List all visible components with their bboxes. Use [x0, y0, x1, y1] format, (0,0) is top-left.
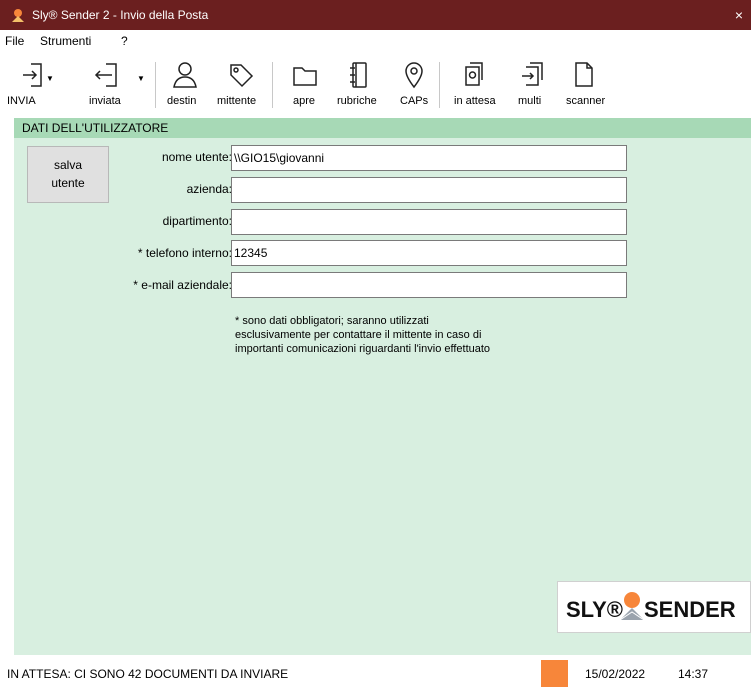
in-attesa-label: in attesa: [454, 95, 496, 107]
folder-icon: [293, 67, 317, 86]
section-header: DATI DELL'UTILIZZATORE: [14, 118, 751, 138]
status-message: IN ATTESA: CI SONO 42 DOCUMENTI DA INVIA…: [7, 667, 289, 681]
company-field[interactable]: [231, 177, 627, 203]
user-data-panel: salva utente nome utente: azienda: dipar…: [14, 138, 751, 655]
menu-strumenti[interactable]: Strumenti: [40, 34, 91, 48]
save-user-button[interactable]: salva utente: [27, 146, 109, 203]
rubriche-label: rubriche: [337, 95, 377, 107]
destin-label: destin: [167, 95, 197, 107]
email-field[interactable]: [231, 272, 627, 298]
multi-button[interactable]: multi: [508, 52, 554, 118]
user-icon: [173, 62, 197, 88]
toolbar-divider: [439, 62, 440, 108]
chevron-down-icon[interactable]: ▼: [137, 74, 145, 83]
in-attesa-button[interactable]: in attesa: [444, 52, 504, 118]
save-label-line1: salva: [53, 158, 82, 172]
mittente-button[interactable]: mittente: [212, 52, 270, 118]
map-pin-icon: [405, 62, 423, 89]
address-book-icon: [350, 62, 367, 88]
scanner-button[interactable]: scanner: [560, 52, 612, 118]
toolbar: ▼ INVIA ▼ inviata destin mittente apre r…: [0, 52, 751, 118]
sign-in-icon: [23, 63, 42, 87]
status-bar: IN ATTESA: CI SONO 42 DOCUMENTI DA INVIA…: [0, 655, 751, 692]
section-title: DATI DELL'UTILIZZATORE: [22, 121, 169, 135]
invia-label: INVIA: [7, 95, 36, 107]
toolbar-divider: [272, 62, 273, 108]
inviata-label: inviata: [89, 95, 121, 107]
menu-bar: File Strumenti ?: [0, 30, 751, 52]
menu-help[interactable]: ?: [121, 34, 128, 48]
sign-out-icon: [94, 63, 117, 87]
save-label-line2: utente: [51, 176, 85, 190]
apre-button[interactable]: apre: [282, 52, 328, 118]
status-date: 15/02/2022: [585, 667, 646, 681]
toolbar-divider: [155, 62, 156, 108]
tag-icon: [230, 64, 254, 88]
company-label: azienda:: [186, 182, 232, 196]
status-indicator: [541, 660, 568, 687]
app-icon: [12, 9, 24, 22]
status-time: 14:37: [678, 667, 709, 681]
apre-label: apre: [293, 95, 316, 107]
username-label: nome utente:: [161, 150, 232, 164]
page-icon: [575, 62, 593, 87]
menu-file[interactable]: File: [5, 34, 24, 48]
multi-label: multi: [518, 95, 542, 107]
logo-text-left: SLY®: [566, 597, 623, 622]
caps-label: CAPs: [400, 95, 429, 107]
mittente-label: mittente: [217, 95, 257, 107]
department-field[interactable]: [231, 209, 627, 235]
username-field[interactable]: [231, 145, 627, 171]
caps-button[interactable]: CAPs: [394, 52, 434, 118]
phone-label: * telefono interno:: [137, 246, 232, 260]
rubriche-button[interactable]: rubriche: [332, 52, 390, 118]
window-title: Sly® Sender 2 - Invio della Posta: [32, 8, 209, 22]
email-label: * e-mail aziendale:: [133, 278, 232, 292]
required-note: * sono dati obbligatori; saranno utilizz…: [235, 315, 491, 355]
document-queue-icon: [465, 62, 483, 86]
inviata-button[interactable]: ▼ inviata: [80, 52, 150, 118]
close-icon[interactable]: ×: [727, 0, 751, 30]
sly-sender-logo: SLY® SENDER: [557, 581, 751, 633]
multi-send-icon: [522, 62, 543, 86]
scanner-label: scanner: [566, 95, 606, 107]
logo-graphic: SLY® SENDER: [566, 592, 736, 622]
title-bar: Sly® Sender 2 - Invio della Posta ×: [0, 0, 751, 30]
logo-text-right: SENDER: [644, 597, 736, 622]
chevron-down-icon[interactable]: ▼: [46, 74, 54, 83]
phone-field[interactable]: [231, 240, 627, 266]
destin-button[interactable]: destin: [160, 52, 210, 118]
invia-button[interactable]: ▼ INVIA: [0, 52, 62, 118]
department-label: dipartimento:: [162, 214, 232, 228]
